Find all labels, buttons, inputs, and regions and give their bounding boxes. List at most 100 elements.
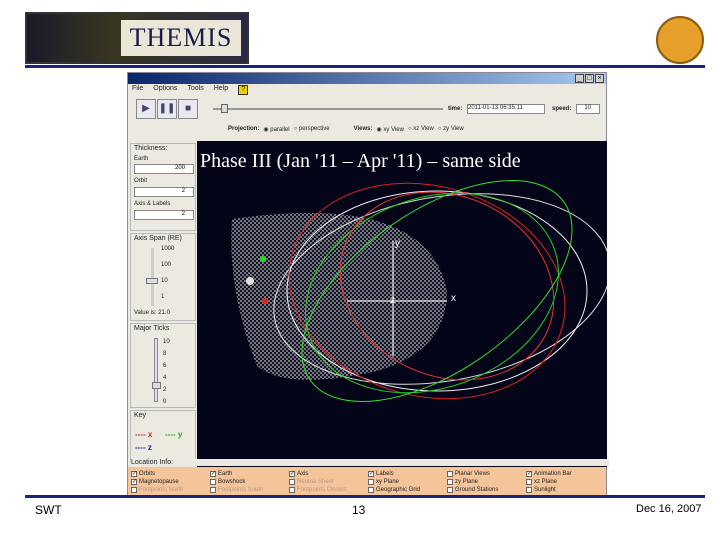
menu-bar: File Options Tools Help ? [128, 85, 249, 97]
checkbox-label: Axis [297, 470, 309, 477]
checkbox-bowshock[interactable]: Bowshock [210, 478, 245, 485]
checkbox-label: Footpoints South [218, 486, 264, 493]
view-zy-radio[interactable]: ○ zy View [438, 126, 464, 133]
checkbox-box[interactable]: ✓ [526, 470, 532, 477]
checkbox-earth[interactable]: ✓ Earth [210, 470, 232, 477]
checkbox-ground-stations[interactable]: Ground Stations [447, 486, 498, 493]
major-ticks-labels: 10 8 6 4 2 0 [163, 336, 170, 408]
checkbox-geographic-grid[interactable]: Geographic Grid [368, 486, 420, 493]
checkbox-box[interactable] [447, 470, 453, 477]
menu-help[interactable]: Help [214, 85, 228, 97]
checkbox-box[interactable] [447, 486, 453, 493]
checkbox-box[interactable] [447, 478, 453, 485]
tick-label: 6 [163, 363, 167, 369]
major-ticks-slider[interactable] [154, 338, 158, 402]
checkbox-axis[interactable]: ✓ Axis [289, 470, 308, 477]
minimize-button[interactable]: _ [575, 74, 584, 83]
major-ticks-slider-handle[interactable] [152, 382, 161, 389]
stop-button[interactable]: ■ [178, 99, 198, 119]
play-button[interactable]: ▶ [136, 99, 156, 119]
checkbox-box[interactable] [210, 486, 216, 493]
key-group: Key ---- x ---- y ---- z [130, 410, 196, 462]
checkbox-box[interactable] [289, 478, 295, 485]
checkbox-label: Earth [218, 470, 233, 477]
axis-thickness-spinner[interactable]: 2 [134, 210, 194, 220]
field-label: Axis & Labels [134, 201, 171, 207]
speed-spinner[interactable]: 10 [576, 104, 600, 114]
key-label: Key [134, 412, 147, 419]
control-panel: Thickness: Earth 200 Orbit 2 Axis & Labe… [128, 141, 197, 467]
orbit-thickness-spinner[interactable]: 2 [134, 187, 194, 197]
checkbox-zy-plane[interactable]: zy Plane [447, 478, 478, 485]
checkbox-label: Animation Bar [534, 470, 572, 477]
time-label: time: [448, 106, 463, 112]
key-x-label: x [147, 430, 153, 439]
menu-file[interactable]: File [132, 85, 143, 97]
probe-marker [262, 298, 268, 304]
key-x: ---- x [135, 430, 153, 439]
checkbox-box[interactable]: ✓ [289, 470, 295, 477]
tick-label: 1000 [161, 246, 175, 252]
checkbox-footpoints-south: Footpoints South [210, 486, 263, 493]
checkbox-box[interactable]: ✓ [210, 470, 216, 477]
earth-thickness-spinner[interactable]: 200 [134, 164, 194, 174]
checkbox-box[interactable] [368, 478, 374, 485]
checkbox-planar-views[interactable]: Planar Views [447, 470, 490, 477]
major-ticks-group: Major Ticks 10 8 6 4 2 0 [130, 323, 196, 408]
projection-parallel-radio[interactable]: ◉ parallel [263, 126, 289, 133]
time-slider[interactable] [213, 108, 443, 110]
checkbox-footpoints-north: Footpoints North [131, 486, 183, 493]
checkbox-xy-plane[interactable]: xy Plane [368, 478, 399, 485]
time-input[interactable]: 2011-01-13 06:35:11 [467, 104, 545, 114]
view-xy-radio[interactable]: ◉ xy View [377, 126, 404, 133]
thickness-label: Thickness: [134, 145, 168, 152]
checkbox-sunlight[interactable]: Sunlight [526, 486, 556, 493]
magnetopause-mesh [231, 212, 447, 380]
y-axis-label: y [395, 238, 400, 249]
checkbox-box[interactable] [526, 486, 532, 493]
checkbox-orbits[interactable]: ✓ Orbits [131, 470, 155, 477]
checkbox-box[interactable] [210, 478, 216, 485]
probe-marker [260, 256, 266, 262]
tick-label: 0 [163, 399, 167, 405]
orbit-visualization: y x z [231, 180, 611, 402]
3d-view-canvas[interactable]: y x z [197, 141, 611, 467]
checkbox-box[interactable] [289, 486, 295, 493]
pause-button[interactable]: ❚❚ [157, 99, 177, 119]
maximize-button[interactable]: □ [585, 74, 594, 83]
checkbox-labels[interactable]: ✓ Labels [368, 470, 394, 477]
footer-date: Dec 16, 2007 [636, 503, 702, 515]
footer-left: SWT [35, 503, 62, 517]
checkbox-label: Ground Stations [455, 486, 499, 493]
page-number: 13 [352, 503, 366, 517]
checkbox-box[interactable] [368, 486, 374, 493]
tick-label: 10 [161, 278, 168, 284]
tick-label: 8 [163, 351, 167, 357]
checkbox-box[interactable]: ✓ [131, 478, 137, 485]
time-slider-handle[interactable] [221, 104, 228, 113]
tick-label: 1 [161, 294, 165, 300]
checkbox-xz-plane[interactable]: xz Plane [526, 478, 557, 485]
help-icon[interactable]: ? [238, 85, 249, 95]
view-xz-radio[interactable]: ○ xz View [408, 126, 434, 133]
checkbox-animation-bar[interactable]: ✓ Animation Bar [526, 470, 572, 477]
tick-label: 4 [163, 375, 167, 381]
checkbox-box[interactable] [131, 486, 137, 493]
location-info-panel: Location Info: ✓ Orbits ✓ Magnetopause Footp… [128, 459, 609, 496]
projection-perspective-radio[interactable]: ○ perspective [294, 126, 330, 133]
close-button[interactable]: × [595, 74, 604, 83]
logo-text: THEMIS [121, 20, 241, 56]
menu-options[interactable]: Options [153, 85, 177, 97]
checkbox-box[interactable]: ✓ [131, 470, 137, 477]
checkbox-label: Labels [376, 470, 394, 477]
axis-span-slider[interactable] [151, 248, 154, 306]
checkbox-label: Footpoints North [139, 486, 184, 493]
menu-tools[interactable]: Tools [187, 85, 203, 97]
axis-span-slider-handle[interactable] [146, 278, 158, 284]
radio-label: perspective [298, 126, 330, 132]
checkbox-box[interactable]: ✓ [368, 470, 374, 477]
checkbox-label: xz Plane [534, 478, 558, 485]
checkbox-box[interactable] [526, 478, 532, 485]
axis-span-group: Axis Span (RE) 1000 100 10 1 Value is: 2… [130, 233, 196, 321]
checkbox-magnetopause[interactable]: ✓ Magnetopause [131, 478, 179, 485]
